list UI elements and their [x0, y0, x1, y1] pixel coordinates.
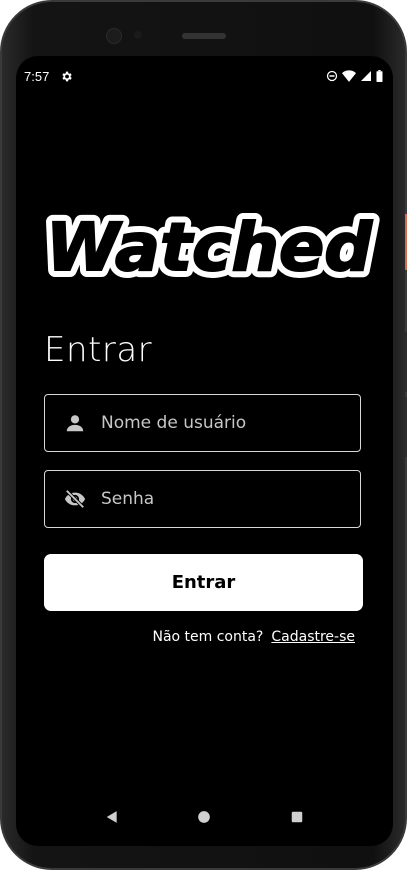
- person-icon: [63, 411, 87, 435]
- password-placeholder: Senha: [101, 489, 155, 509]
- status-bar: 7:57: [16, 56, 393, 96]
- signup-row: Não tem conta? Cadastre-se: [16, 629, 355, 645]
- wifi-icon: [342, 70, 356, 86]
- visibility-off-icon[interactable]: [63, 487, 87, 511]
- app-logo: Watched Watched: [39, 202, 380, 293]
- sensor: [134, 31, 142, 39]
- recents-icon[interactable]: [290, 809, 304, 828]
- page-title: Entrar: [44, 330, 153, 370]
- status-time: 7:57: [24, 69, 50, 84]
- signal-icon: [360, 70, 372, 86]
- battery-icon: [376, 70, 383, 86]
- do-not-disturb-icon: [326, 70, 338, 86]
- front-camera: [106, 28, 122, 44]
- navigation-bar: [16, 790, 393, 846]
- username-field[interactable]: Nome de usuário: [44, 394, 361, 452]
- login-button[interactable]: Entrar: [44, 554, 363, 611]
- gear-icon: [60, 70, 73, 87]
- password-field[interactable]: Senha: [44, 470, 361, 528]
- earpiece-speaker: [182, 33, 226, 39]
- back-icon[interactable]: [105, 809, 119, 828]
- screen: 7:57 Watched Watched Entrar Nome de usuá…: [16, 56, 393, 846]
- username-placeholder: Nome de usuário: [101, 413, 247, 433]
- signup-link[interactable]: Cadastre-se: [271, 629, 355, 645]
- svg-text:Watched: Watched: [46, 209, 373, 286]
- phone-frame: 7:57 Watched Watched Entrar Nome de usuá…: [0, 0, 407, 870]
- status-icons: [326, 70, 383, 86]
- home-icon[interactable]: [197, 809, 211, 828]
- no-account-text: Não tem conta?: [152, 629, 264, 645]
